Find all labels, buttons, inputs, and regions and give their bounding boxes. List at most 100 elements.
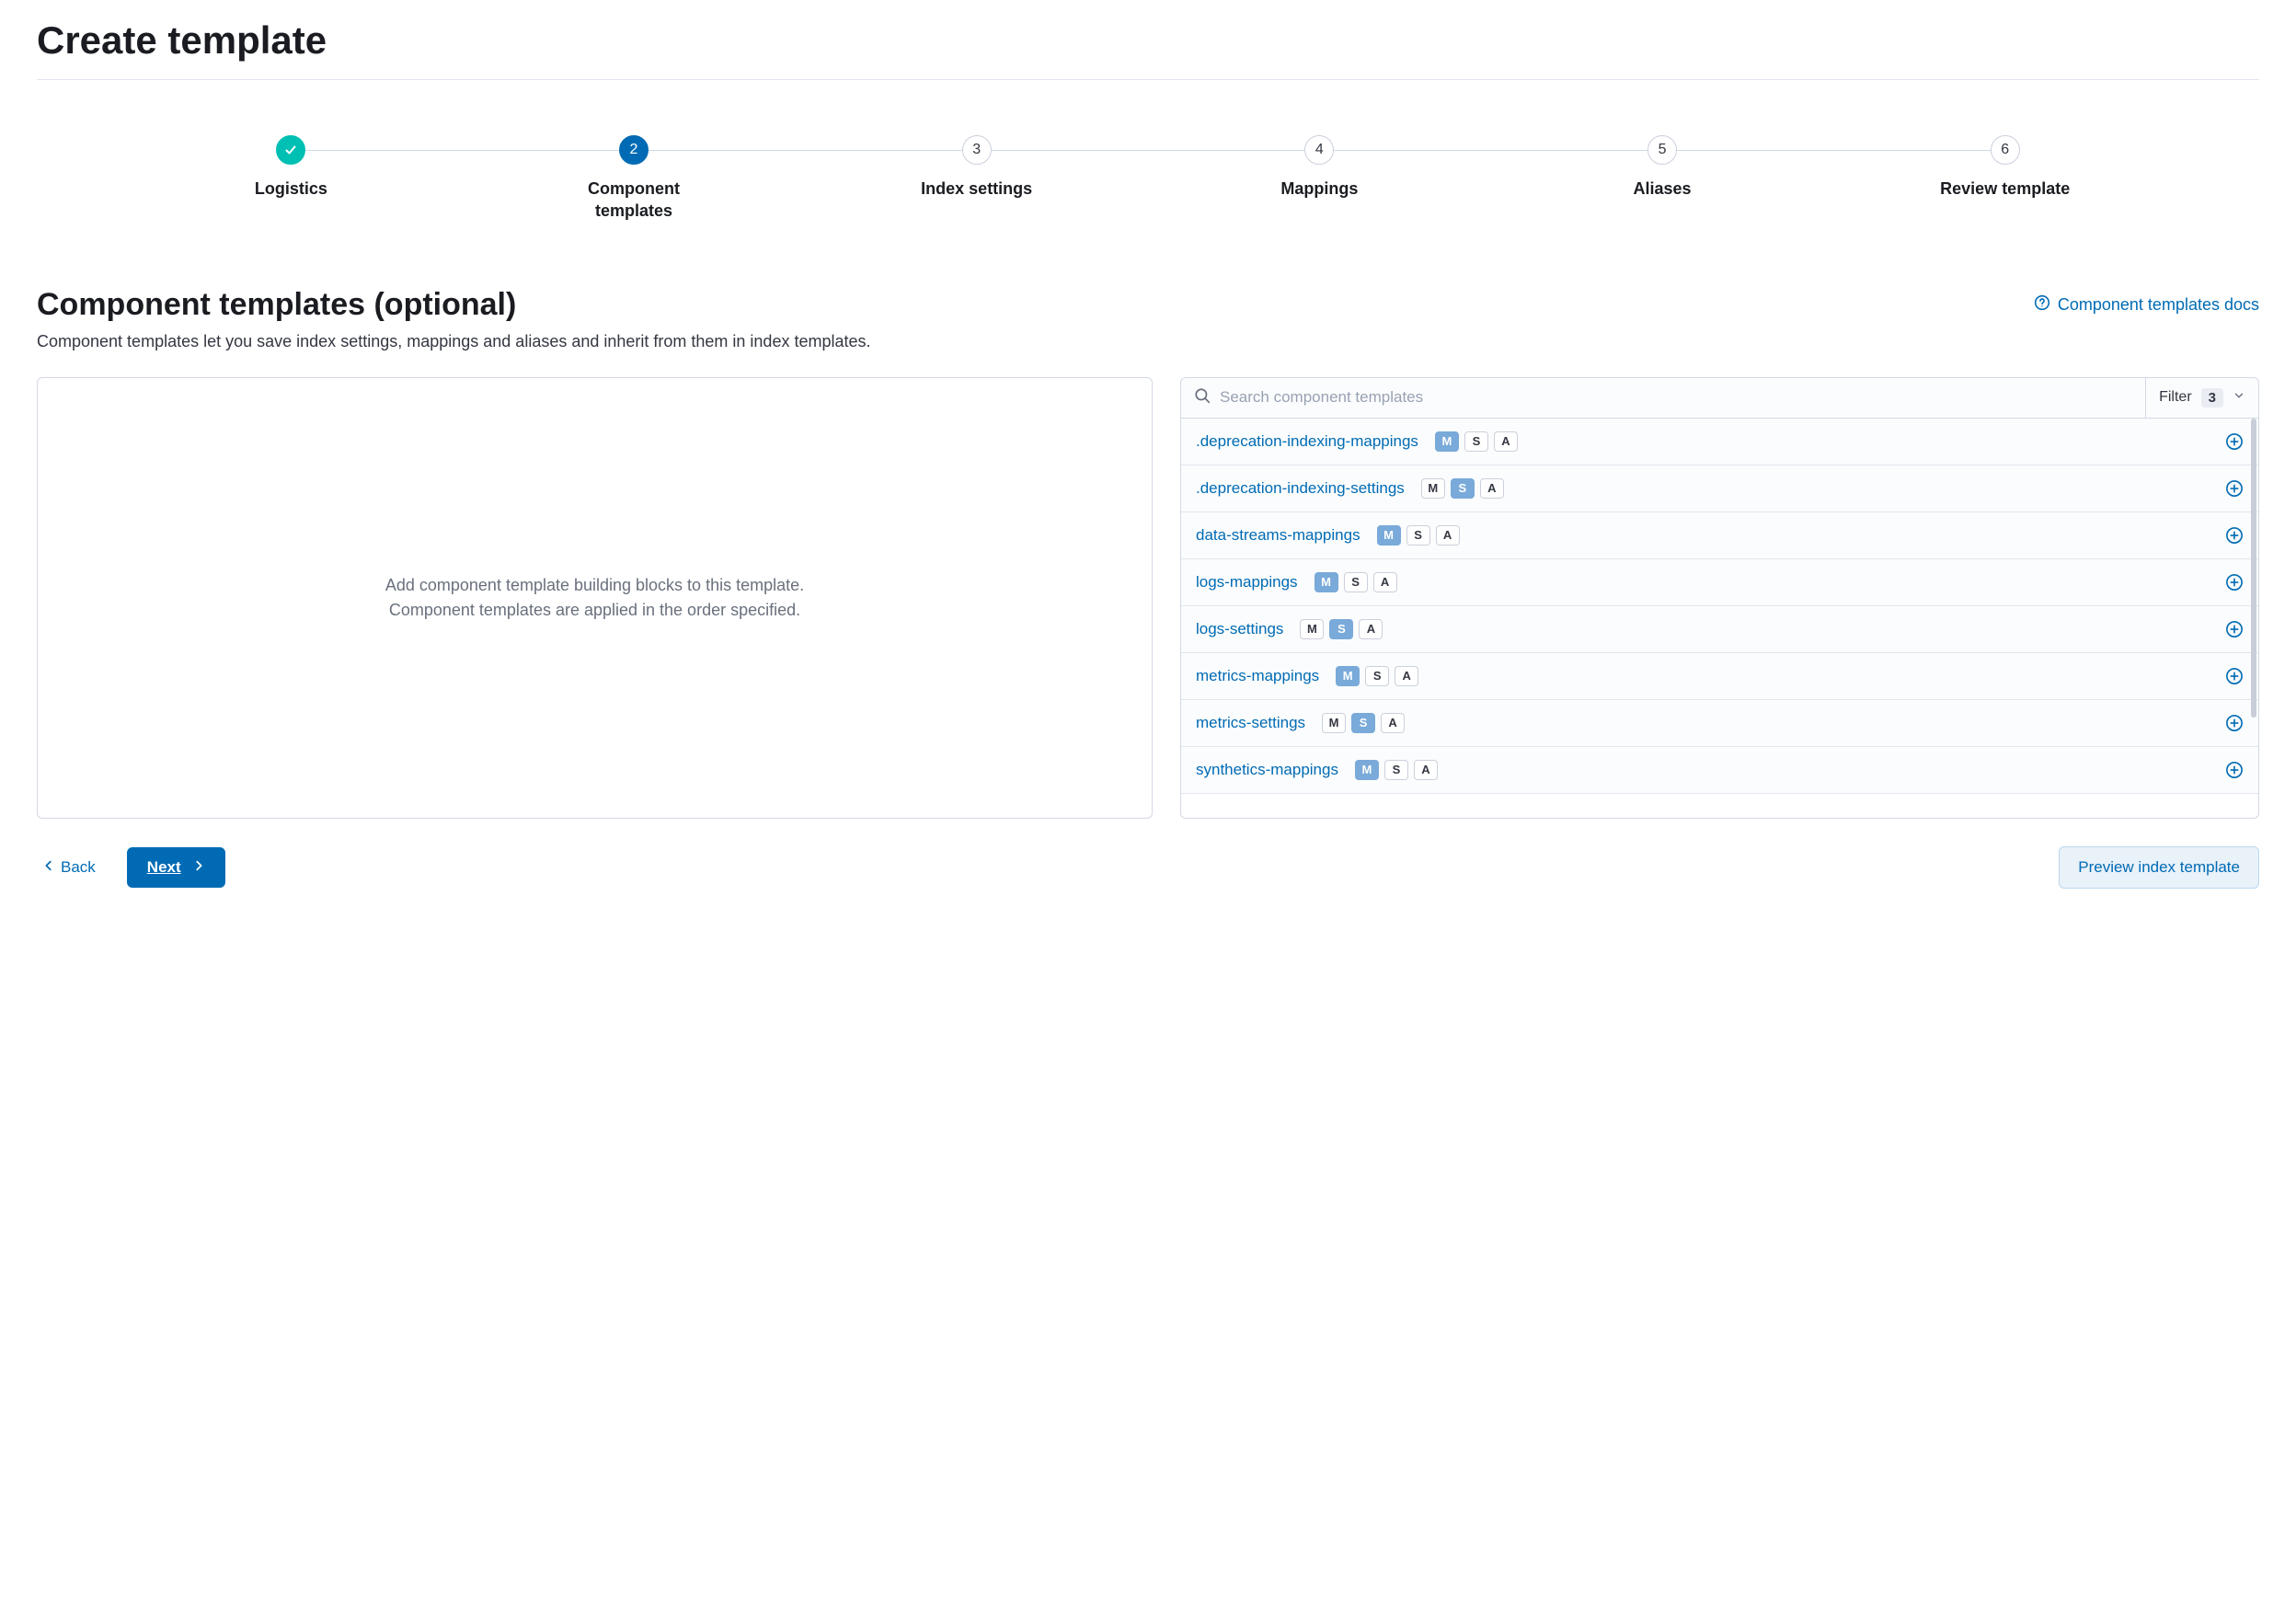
add-template-button[interactable] <box>2225 526 2244 545</box>
divider <box>37 79 2259 80</box>
add-template-button[interactable] <box>2225 479 2244 498</box>
add-template-button[interactable] <box>2225 714 2244 732</box>
settings-badge: S <box>1329 619 1353 639</box>
step-connector <box>1334 150 1647 151</box>
add-template-button[interactable] <box>2225 761 2244 779</box>
footer: Back Next Preview index template <box>37 846 2259 889</box>
plus-circle-icon <box>2225 573 2244 592</box>
settings-badge: S <box>1451 478 1475 499</box>
search-box <box>1181 378 2145 418</box>
mappings-badge: M <box>1314 572 1338 592</box>
badges: MSA <box>1435 431 1518 452</box>
badges: MSA <box>1355 760 1438 780</box>
step-3[interactable]: 3Index settings <box>805 135 1148 200</box>
available-templates-panel: Filter 3 .deprecation-indexing-mappings M… <box>1180 377 2259 819</box>
mappings-badge: M <box>1322 713 1346 733</box>
template-name-link[interactable]: .deprecation-indexing-mappings <box>1196 432 1418 451</box>
plus-circle-icon <box>2225 620 2244 638</box>
back-button[interactable]: Back <box>37 849 101 886</box>
selected-templates-drop-zone[interactable]: Add component template building blocks t… <box>37 377 1153 819</box>
step-circle <box>276 135 305 165</box>
docs-link-label: Component templates docs <box>2058 295 2259 315</box>
template-row: metrics-mappings MSA <box>1181 653 2258 700</box>
search-icon <box>1194 387 1211 408</box>
settings-badge: S <box>1384 760 1408 780</box>
add-template-button[interactable] <box>2225 432 2244 451</box>
template-row: .deprecation-indexing-mappings MSA <box>1181 419 2258 465</box>
badges: MSA <box>1336 666 1418 686</box>
plus-circle-icon <box>2225 714 2244 732</box>
step-circle: 2 <box>619 135 649 165</box>
settings-badge: S <box>1464 431 1488 452</box>
help-icon <box>2034 294 2050 316</box>
settings-badge: S <box>1365 666 1389 686</box>
section-description: Component templates let you save index s… <box>37 332 2259 351</box>
docs-link[interactable]: Component templates docs <box>2034 294 2259 316</box>
add-template-button[interactable] <box>2225 573 2244 592</box>
template-name-link[interactable]: logs-settings <box>1196 620 1283 638</box>
back-label: Back <box>61 858 96 877</box>
template-list: .deprecation-indexing-mappingsMSA.deprec… <box>1181 419 2258 818</box>
settings-badge: S <box>1351 713 1375 733</box>
step-connector <box>305 150 619 151</box>
add-template-button[interactable] <box>2225 620 2244 638</box>
aliases-badge: A <box>1494 431 1518 452</box>
template-name-link[interactable]: metrics-mappings <box>1196 667 1319 685</box>
template-name-link[interactable]: .deprecation-indexing-settings <box>1196 479 1405 498</box>
step-label: Mappings <box>1280 178 1358 200</box>
next-button[interactable]: Next <box>127 847 225 888</box>
aliases-badge: A <box>1480 478 1504 499</box>
section-title: Component templates (optional) <box>37 287 516 323</box>
chevron-down-icon <box>2233 389 2245 407</box>
aliases-badge: A <box>1395 666 1418 686</box>
check-icon <box>283 143 298 157</box>
template-row: logs-mappings MSA <box>1181 559 2258 606</box>
search-input[interactable] <box>1220 388 2132 407</box>
mappings-badge: M <box>1355 760 1379 780</box>
aliases-badge: A <box>1359 619 1383 639</box>
badges: MSA <box>1314 572 1397 592</box>
step-2[interactable]: 2Component templates <box>463 135 806 223</box>
step-circle: 4 <box>1304 135 1334 165</box>
badges: MSA <box>1421 478 1504 499</box>
badges: MSA <box>1322 713 1405 733</box>
template-row: data-streams-mappings MSA <box>1181 512 2258 559</box>
plus-circle-icon <box>2225 526 2244 545</box>
filter-label: Filter <box>2159 389 2192 406</box>
step-4[interactable]: 4 Mappings <box>1148 135 1491 200</box>
template-name-link[interactable]: metrics-settings <box>1196 714 1305 732</box>
step-connector <box>1677 150 1991 151</box>
step-label: Aliases <box>1634 178 1692 200</box>
badges: MSA <box>1377 525 1460 546</box>
aliases-badge: A <box>1436 525 1460 546</box>
step-5[interactable]: 5 Aliases <box>1491 135 1834 200</box>
template-name-link[interactable]: data-streams-mappings <box>1196 526 1360 545</box>
filter-button[interactable]: Filter 3 <box>2145 378 2258 418</box>
step-connector <box>649 150 962 151</box>
step-1[interactable]: Logistics <box>120 135 463 200</box>
plus-circle-icon <box>2225 761 2244 779</box>
plus-circle-icon <box>2225 667 2244 685</box>
step-circle: 5 <box>1647 135 1677 165</box>
add-template-button[interactable] <box>2225 667 2244 685</box>
template-row: metrics-settings MSA <box>1181 700 2258 747</box>
scrollbar-thumb[interactable] <box>2251 419 2256 718</box>
page-title: Create template <box>37 18 2259 63</box>
template-name-link[interactable]: logs-mappings <box>1196 573 1298 592</box>
badges: MSA <box>1300 619 1383 639</box>
step-connector <box>992 150 1305 151</box>
chevron-right-icon <box>192 858 205 877</box>
mappings-badge: M <box>1377 525 1401 546</box>
aliases-badge: A <box>1414 760 1438 780</box>
stepper: Logistics 2Component templates3Index sett… <box>120 135 2176 223</box>
settings-badge: S <box>1406 525 1430 546</box>
preview-button[interactable]: Preview index template <box>2059 846 2259 889</box>
mappings-badge: M <box>1435 431 1459 452</box>
step-label: Logistics <box>255 178 327 200</box>
template-name-link[interactable]: synthetics-mappings <box>1196 761 1338 779</box>
template-row: logs-settings MSA <box>1181 606 2258 653</box>
mappings-badge: M <box>1336 666 1360 686</box>
settings-badge: S <box>1344 572 1368 592</box>
step-circle: 6 <box>1991 135 2020 165</box>
step-6[interactable]: 6Review template <box>1833 135 2176 200</box>
